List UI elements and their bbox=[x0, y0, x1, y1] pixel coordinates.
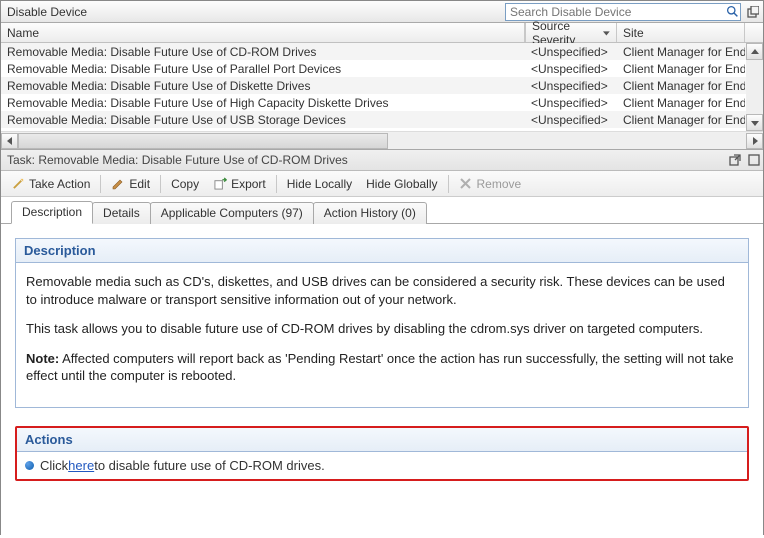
horizontal-scrollbar[interactable] bbox=[1, 131, 763, 149]
edit-button[interactable]: Edit bbox=[105, 175, 156, 193]
note-label: Note: bbox=[26, 351, 59, 366]
take-action-label: Take Action bbox=[29, 177, 90, 191]
delete-icon bbox=[459, 177, 473, 191]
description-panel-body: Removable media such as CD's, diskettes,… bbox=[16, 263, 748, 407]
cell-name: Removable Media: Disable Future Use of H… bbox=[1, 96, 525, 110]
bullet-icon bbox=[25, 461, 34, 470]
table-row[interactable]: Removable Media: Disable Future Use of D… bbox=[1, 77, 763, 94]
vertical-scrollbar[interactable] bbox=[746, 43, 763, 131]
scroll-up-icon[interactable] bbox=[746, 43, 763, 60]
popout-pane-icon[interactable] bbox=[727, 153, 742, 168]
scroll-right-icon[interactable] bbox=[746, 133, 763, 149]
actions-panel: Actions Click here to disable future use… bbox=[15, 426, 749, 481]
remove-label: Remove bbox=[477, 177, 522, 191]
remove-button: Remove bbox=[453, 175, 528, 193]
scrollbar-track[interactable] bbox=[746, 60, 763, 114]
toolbar-separator bbox=[160, 175, 161, 193]
export-button[interactable]: Export bbox=[207, 175, 272, 193]
wand-icon bbox=[11, 177, 25, 191]
pencil-icon bbox=[111, 177, 125, 191]
note-text: Affected computers will report back as '… bbox=[26, 351, 734, 384]
cell-site: Client Manager for Endpoint bbox=[617, 113, 745, 127]
cell-name: Removable Media: Disable Future Use of P… bbox=[1, 62, 525, 76]
cell-name: Removable Media: Disable Future Use of U… bbox=[1, 113, 525, 127]
search-icon[interactable] bbox=[724, 4, 740, 20]
action-post-text: to disable future use of CD-ROM drives. bbox=[94, 458, 324, 473]
tab-applicable-computers[interactable]: Applicable Computers (97) bbox=[150, 202, 314, 224]
cell-name: Removable Media: Disable Future Use of D… bbox=[1, 79, 525, 93]
pop-out-icon[interactable] bbox=[745, 4, 761, 20]
action-row: Click here to disable future use of CD-R… bbox=[17, 452, 747, 479]
cell-severity: <Unspecified> bbox=[525, 79, 617, 93]
export-icon bbox=[213, 177, 227, 191]
toolbar-separator bbox=[276, 175, 277, 193]
cell-severity: <Unspecified> bbox=[525, 96, 617, 110]
column-header-name[interactable]: Name bbox=[1, 23, 525, 42]
table-row[interactable]: Removable Media: Disable Future Use of H… bbox=[1, 94, 763, 111]
cell-site: Client Manager for Endpoint bbox=[617, 62, 745, 76]
edit-label: Edit bbox=[129, 177, 150, 191]
description-para-1: Removable media such as CD's, diskettes,… bbox=[26, 273, 738, 308]
cell-site: Client Manager for Endpoint bbox=[617, 79, 745, 93]
toolbar-separator bbox=[100, 175, 101, 193]
action-link[interactable]: here bbox=[68, 458, 94, 473]
search-input[interactable] bbox=[506, 4, 724, 20]
cell-name: Removable Media: Disable Future Use of C… bbox=[1, 45, 525, 59]
page-title: Disable Device bbox=[7, 5, 505, 19]
table-row[interactable]: Removable Media: Disable Future Use of U… bbox=[1, 111, 763, 128]
hide-globally-button[interactable]: Hide Globally bbox=[360, 175, 443, 193]
grid-header: Name Source Severity Site bbox=[1, 23, 763, 43]
scroll-gutter bbox=[745, 23, 763, 42]
toolbar: Take Action Edit Copy Export Hide Locall… bbox=[1, 171, 763, 197]
hide-locally-label: Hide Locally bbox=[287, 177, 352, 191]
tab-description[interactable]: Description bbox=[11, 201, 93, 224]
description-panel-head: Description bbox=[16, 239, 748, 263]
column-header-severity[interactable]: Source Severity bbox=[525, 23, 617, 42]
description-note: Note: Affected computers will report bac… bbox=[26, 350, 738, 385]
toolbar-separator bbox=[448, 175, 449, 193]
column-header-site[interactable]: Site bbox=[617, 23, 745, 42]
cell-site: Client Manager for Endpoint bbox=[617, 96, 745, 110]
cell-severity: <Unspecified> bbox=[525, 62, 617, 76]
hide-locally-button[interactable]: Hide Locally bbox=[281, 175, 358, 193]
task-title-bar: Task: Removable Media: Disable Future Us… bbox=[1, 149, 763, 171]
table-row[interactable]: Removable Media: Disable Future Use of C… bbox=[1, 43, 763, 60]
tab-action-history[interactable]: Action History (0) bbox=[313, 202, 427, 224]
hide-globally-label: Hide Globally bbox=[366, 177, 437, 191]
table-row[interactable]: Removable Media: Disable Future Use of P… bbox=[1, 60, 763, 77]
scrollbar-track[interactable] bbox=[18, 133, 746, 149]
task-title: Task: Removable Media: Disable Future Us… bbox=[7, 153, 727, 167]
action-pre-text: Click bbox=[40, 458, 68, 473]
export-label: Export bbox=[231, 177, 266, 191]
copy-label: Copy bbox=[171, 177, 199, 191]
scroll-down-icon[interactable] bbox=[746, 114, 763, 131]
tab-strip: Description Details Applicable Computers… bbox=[1, 197, 763, 224]
description-panel: Description Removable media such as CD's… bbox=[15, 238, 749, 408]
sort-desc-icon bbox=[603, 29, 610, 37]
cell-severity: <Unspecified> bbox=[525, 45, 617, 59]
copy-button[interactable]: Copy bbox=[165, 175, 205, 193]
take-action-button[interactable]: Take Action bbox=[5, 175, 96, 193]
scrollbar-thumb[interactable] bbox=[18, 133, 388, 149]
cell-site: Client Manager for Endpoint bbox=[617, 45, 745, 59]
scroll-left-icon[interactable] bbox=[1, 133, 18, 149]
grid-body: Removable Media: Disable Future Use of C… bbox=[1, 43, 763, 131]
tab-content: Description Removable media such as CD's… bbox=[1, 224, 763, 538]
maximize-pane-icon[interactable] bbox=[746, 153, 761, 168]
tab-details[interactable]: Details bbox=[92, 202, 151, 224]
description-para-2: This task allows you to disable future u… bbox=[26, 320, 738, 338]
cell-severity: <Unspecified> bbox=[525, 113, 617, 127]
actions-panel-head: Actions bbox=[17, 428, 747, 452]
header-bar: Disable Device bbox=[1, 1, 763, 23]
